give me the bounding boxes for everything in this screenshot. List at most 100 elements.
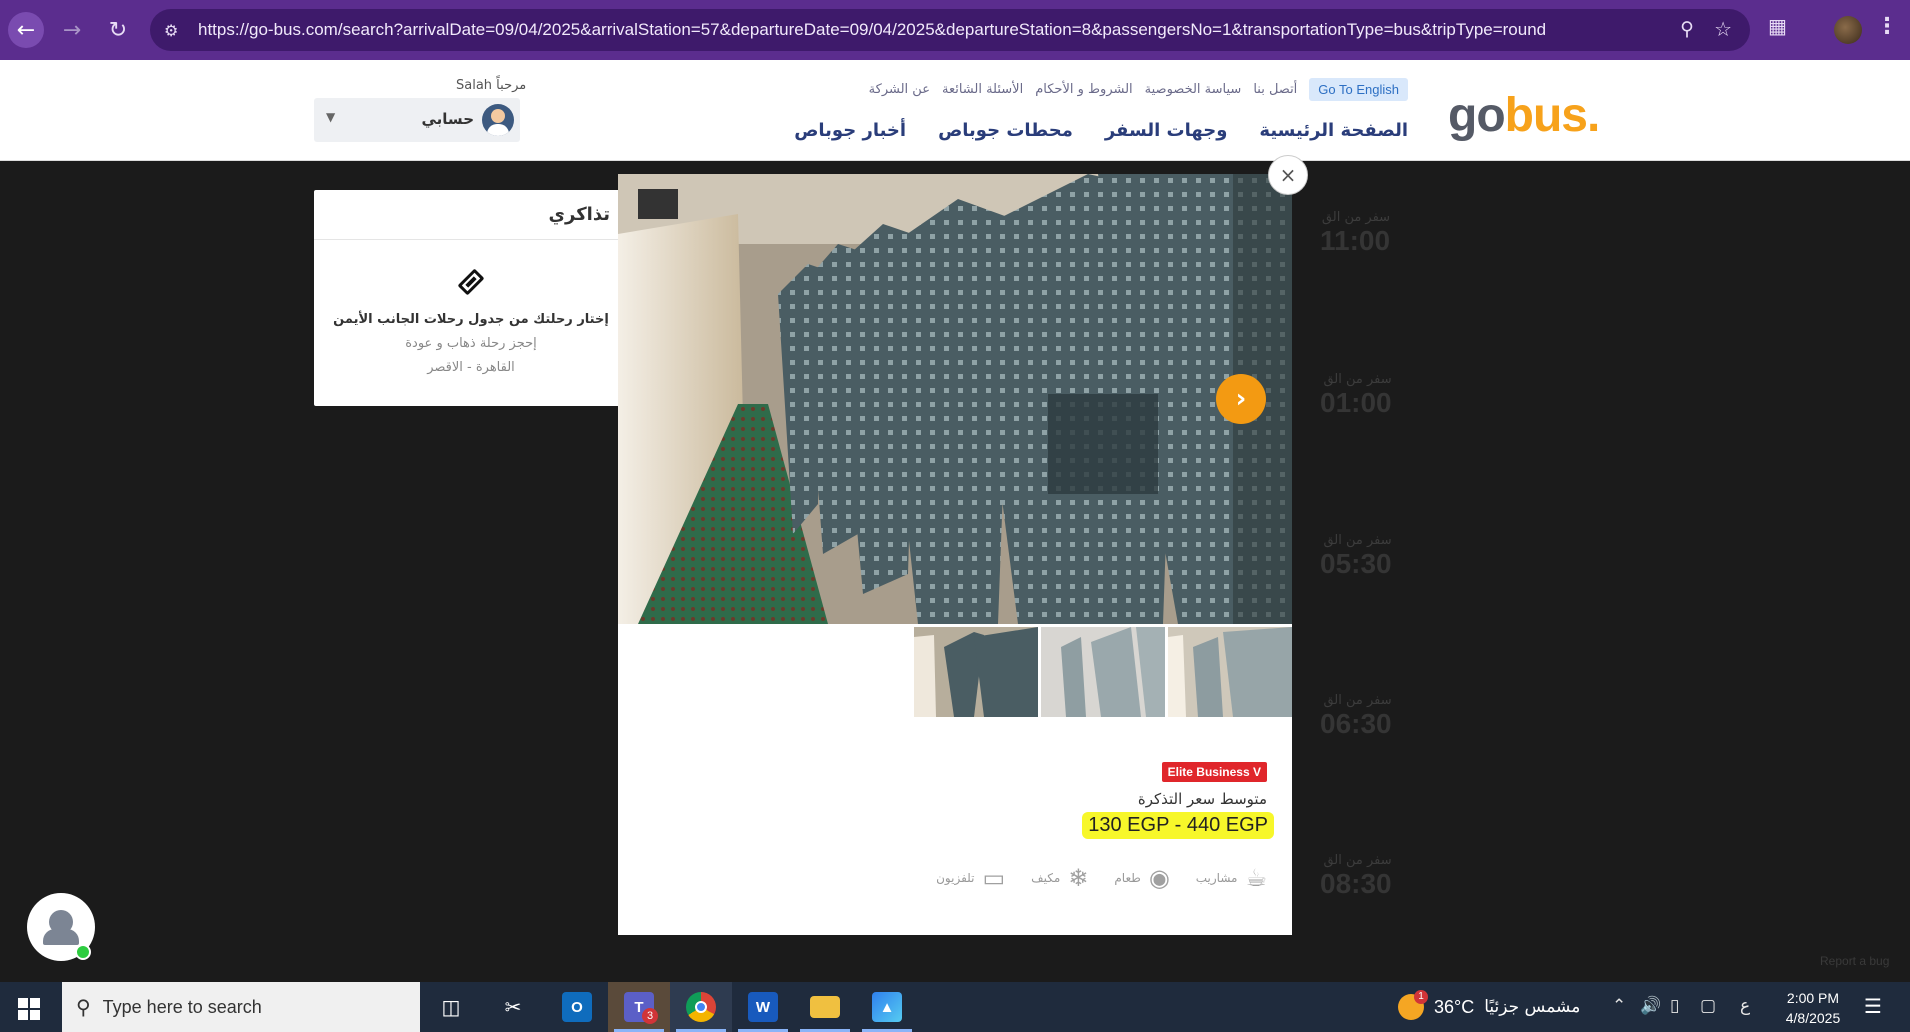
browser-toolbar: ← → ↻ ⚙ https://go-bus.com/search?arriva… (0, 0, 1910, 60)
tv-icon: ▭ (982, 864, 1006, 892)
snipping-tool-button[interactable]: ✂ (482, 982, 544, 1032)
amenities-list: ☕ مشاريب ◉ طعام ❄ مكيف ▭ تلفزيون (936, 864, 1267, 892)
link-faq[interactable]: الأسئلة الشائعة (942, 82, 1023, 97)
next-image-button[interactable]: › (1216, 374, 1266, 424)
outlook-button[interactable]: O (546, 982, 608, 1032)
gobus-logo[interactable]: gobus. (1448, 88, 1601, 143)
task-view-button[interactable]: ◫ (420, 982, 482, 1032)
online-status-dot (75, 944, 91, 960)
link-privacy[interactable]: سياسة الخصوصية (1145, 82, 1242, 97)
snowflake-icon: ❄ (1068, 864, 1089, 892)
profile-avatar[interactable] (1834, 16, 1862, 44)
report-bug-button[interactable]: Report a bug (1820, 954, 1889, 968)
nav-home[interactable]: الصفحة الرئيسية (1259, 120, 1408, 141)
word-button[interactable]: W (732, 982, 794, 1032)
bus-interior-photo (618, 174, 1292, 624)
word-icon: W (748, 992, 778, 1022)
trip-time: 08:30 (1320, 868, 1392, 899)
photos-icon: ▲ (872, 992, 902, 1022)
clock-time: 2:00 PM (1786, 990, 1840, 1006)
agent-avatar-body (43, 929, 79, 945)
battery-icon[interactable]: ▯ (1670, 996, 1679, 1016)
chevron-up-icon[interactable]: ⌃ (1612, 996, 1626, 1016)
gallery-thumbnail[interactable] (914, 627, 1038, 717)
trip-label: سفر من الق (1323, 372, 1392, 387)
amenity-tv: ▭ تلفزيون (936, 864, 1005, 892)
price-range: 130 EGP - 440 EGP (1082, 812, 1274, 839)
forward-arrow-icon[interactable]: → (54, 12, 90, 48)
extensions-icon[interactable]: ▦ (1768, 14, 1787, 38)
chrome-button[interactable] (670, 982, 732, 1032)
trip-label: سفر من الق (1323, 533, 1392, 548)
kebab-menu-icon[interactable]: ⋮ (1876, 14, 1898, 39)
photos-button[interactable]: ▲ (856, 982, 918, 1032)
notifications-icon[interactable]: ☰ (1864, 994, 1882, 1018)
account-label: حسابي (421, 110, 474, 128)
url-text[interactable]: https://go-bus.com/search?arrivalDate=09… (198, 20, 1658, 40)
zoom-icon[interactable]: ⚲ (1680, 18, 1694, 40)
trip-label: سفر من الق (1321, 210, 1391, 225)
clock-date: 4/8/2025 (1785, 1010, 1841, 1026)
logo-go: go (1448, 89, 1506, 142)
amenity-food: ◉ طعام (1114, 864, 1169, 892)
gallery-thumbnail[interactable] (1041, 627, 1165, 717)
windows-start-icon[interactable] (18, 998, 40, 1020)
site-header: gobus. عن الشركة الأسئلة الشائعة الشروط … (0, 60, 1910, 161)
search-icon: ⚲ (76, 995, 91, 1019)
file-explorer-button[interactable] (794, 982, 856, 1032)
main-nav: الصفحة الرئيسية وجهات السفر محطات جوباص … (794, 120, 1408, 141)
trip-card: سفر من الق 11:00 (1320, 210, 1390, 257)
welcome-text: مرحباً Salah (456, 78, 527, 93)
tickets-instruction: إختار رحلتك من جدول رحلات الجانب الأيمن (333, 312, 609, 327)
link-terms[interactable]: الشروط و الأحكام (1035, 82, 1132, 97)
trip-card: سفر من الق 06:30 (1320, 693, 1392, 740)
chrome-icon (686, 992, 716, 1022)
bookmark-star-icon[interactable]: ☆ (1714, 17, 1732, 41)
trip-time: 05:30 (1320, 548, 1392, 579)
nav-destinations[interactable]: وجهات السفر (1105, 120, 1228, 141)
logo-bus: bus. (1504, 89, 1601, 142)
amenity-label: تلفزيون (936, 871, 975, 885)
windows-taskbar: ⚲ Type here to search ◫ ✂ O T3 W ▲ 1 36°… (0, 982, 1910, 1032)
user-avatar-icon (482, 104, 514, 136)
bus-details-modal: Elite Business V متوسط سعر التذكرة 130 E… (618, 174, 1292, 935)
gallery-thumbnail[interactable] (1168, 627, 1292, 717)
weather-widget[interactable]: 1 36°C مشمس جزئيًا (1398, 990, 1581, 1020)
bus-class-badge: Elite Business V (1161, 762, 1267, 782)
teams-button[interactable]: T3 (608, 982, 670, 1032)
tickets-title: تذاكري (548, 204, 611, 225)
taskbar-search-box[interactable]: ⚲ Type here to search (62, 982, 420, 1032)
average-price-label: متوسط سعر التذكرة (1137, 790, 1267, 808)
go-to-english-button[interactable]: Go To English (1309, 78, 1408, 101)
amenity-label: طعام (1114, 871, 1141, 885)
close-modal-button[interactable]: × (1268, 155, 1308, 195)
ticket-icon (458, 269, 484, 295)
food-cloche-icon: ◉ (1148, 864, 1170, 892)
trip-time: 11:00 (1320, 225, 1391, 256)
folder-icon (810, 996, 840, 1018)
trip-time: 01:00 (1320, 387, 1392, 418)
weather-description: مشمس جزئيًا (1484, 997, 1581, 1017)
nav-stations[interactable]: محطات جوباص (938, 120, 1073, 141)
amenity-ac: ❄ مكيف (1031, 864, 1088, 892)
link-about[interactable]: عن الشركة (869, 82, 930, 97)
trip-card: سفر من الق 05:30 (1320, 533, 1392, 580)
nav-news[interactable]: أخبار جوباص (794, 120, 906, 141)
weather-temperature: 36°C (1434, 996, 1475, 1017)
site-settings-icon[interactable]: ⚙ (164, 21, 186, 40)
outlook-icon: O (562, 992, 592, 1022)
input-language[interactable]: ع (1740, 996, 1750, 1016)
clock[interactable]: 2:00 PM 4/8/2025 (1770, 988, 1856, 1028)
divider (314, 239, 628, 240)
weather-badge: 1 (1414, 990, 1428, 1004)
address-bar[interactable]: ⚙ https://go-bus.com/search?arrivalDate=… (150, 9, 1750, 51)
volume-icon[interactable]: 🔊 (1640, 996, 1661, 1016)
network-icon[interactable]: ▢ (1700, 996, 1716, 1016)
link-contact[interactable]: أتصل بنا (1253, 82, 1297, 97)
trip-card: سفر من الق 01:00 (1320, 372, 1392, 419)
caret-down-icon: ▼ (326, 110, 336, 124)
reload-icon[interactable]: ↻ (100, 12, 136, 48)
search-placeholder: Type here to search (102, 996, 262, 1017)
back-arrow-icon[interactable]: ← (8, 12, 44, 48)
account-dropdown[interactable]: حسابي ▼ (314, 98, 520, 142)
